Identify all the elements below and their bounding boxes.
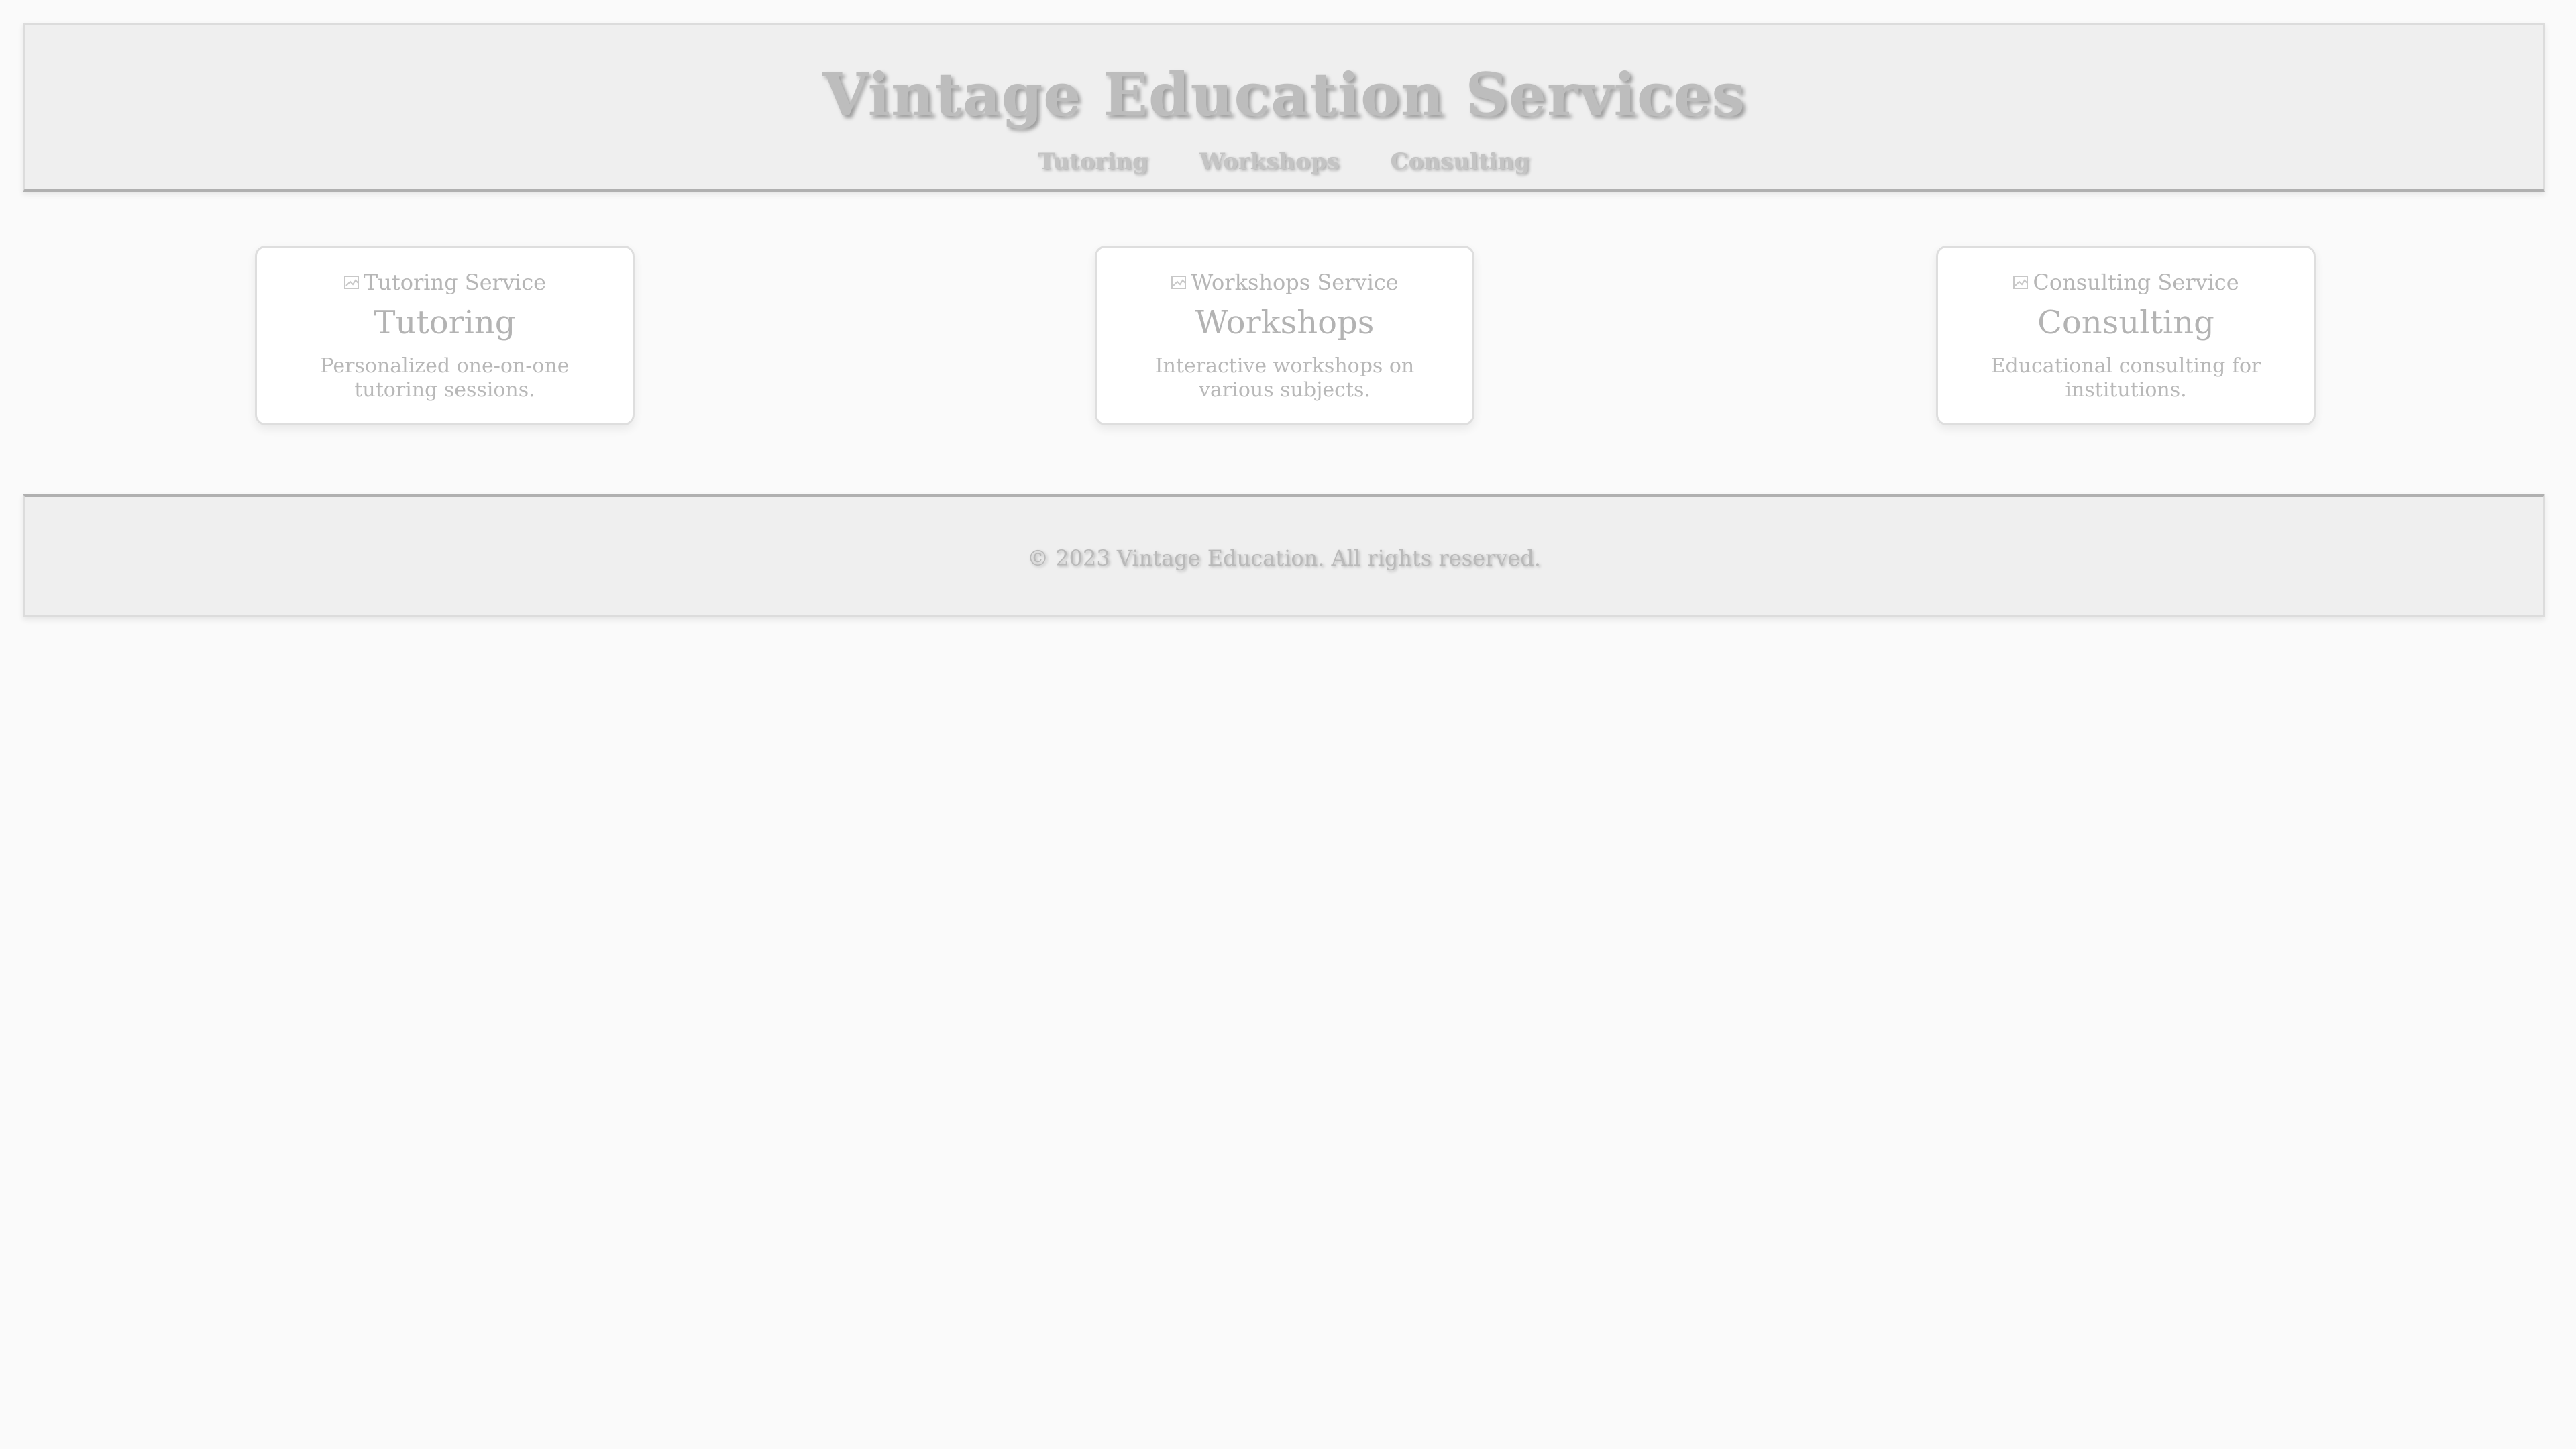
service-description: Personalized one-on-one tutoring session… (320, 354, 570, 402)
broken-image-icon (343, 272, 362, 290)
broken-image-icon (1171, 272, 1189, 290)
service-title: Workshops (1195, 304, 1375, 341)
site-footer: © 2023 Vintage Education. All rights res… (23, 494, 2545, 617)
nav-link-consulting[interactable]: Consulting (1390, 148, 1529, 175)
site-title: Vintage Education Services (822, 60, 1746, 129)
service-image-alt: Consulting Service (2033, 270, 2239, 295)
nav-link-tutoring[interactable]: Tutoring (1038, 148, 1148, 175)
copyright-text: © 2023 Vintage Education. All rights res… (1027, 545, 1541, 571)
service-description: Interactive workshops on various subject… (1155, 354, 1415, 402)
service-image-alt: Workshops Service (1191, 270, 1399, 295)
services-section: Tutoring Service Tutoring Personalized o… (0, 0, 2576, 1449)
main-nav: Tutoring Workshops Consulting (25, 148, 2543, 175)
service-card-workshops[interactable]: Workshops Service Workshops Interactive … (1095, 246, 1474, 425)
service-image: Consulting Service (1938, 269, 2314, 296)
broken-image-icon (2012, 272, 2031, 290)
service-description: Educational consulting for institutions. (1990, 354, 2261, 402)
service-card-consulting[interactable]: Consulting Service Consulting Educationa… (1936, 246, 2316, 425)
service-title: Consulting (2037, 304, 2214, 341)
service-image: Workshops Service (1097, 269, 1472, 296)
service-image-alt: Tutoring Service (363, 270, 547, 295)
nav-link-workshops[interactable]: Workshops (1199, 148, 1340, 175)
service-title: Tutoring (374, 304, 516, 341)
site-header: Vintage Education Services Tutoring Work… (23, 23, 2545, 192)
service-card-tutoring[interactable]: Tutoring Service Tutoring Personalized o… (255, 246, 635, 425)
service-image: Tutoring Service (257, 269, 633, 296)
